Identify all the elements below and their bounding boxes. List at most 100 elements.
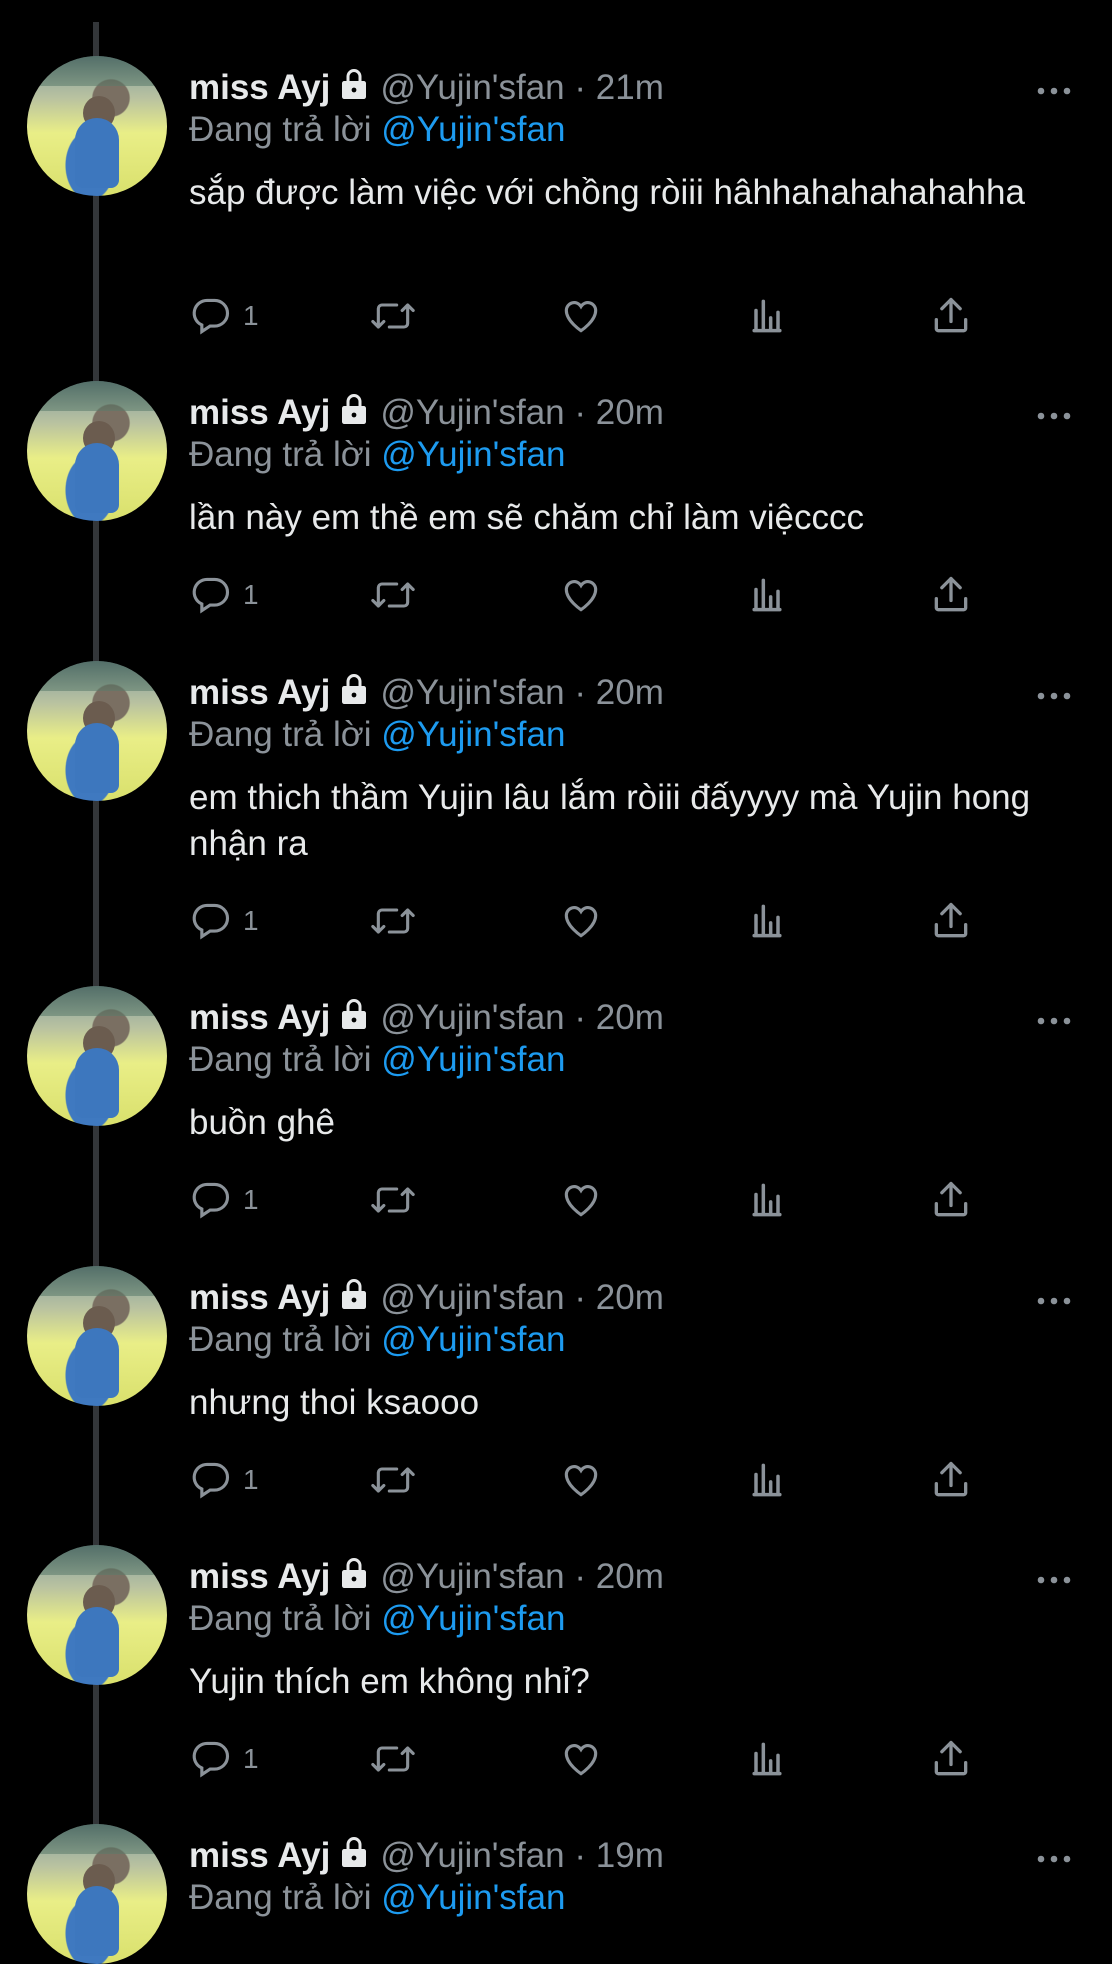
- share-button[interactable]: [929, 1737, 973, 1781]
- reply-mention-link[interactable]: @Yujin'sfan: [381, 1040, 565, 1079]
- heart-icon: [564, 906, 598, 938]
- share-upload-icon: [934, 576, 968, 612]
- timestamp[interactable]: 19m: [596, 1836, 664, 1875]
- share-upload-icon: [934, 297, 968, 333]
- timestamp[interactable]: 20m: [596, 393, 664, 432]
- analytics-icon: [752, 1183, 782, 1217]
- avatar[interactable]: [27, 1824, 167, 1964]
- more-options-button[interactable]: [1036, 1852, 1072, 1870]
- avatar[interactable]: [27, 1545, 167, 1685]
- share-button[interactable]: [929, 1458, 973, 1502]
- analytics-icon: [752, 299, 782, 333]
- display-name[interactable]: miss Ayj: [189, 998, 330, 1037]
- views-button[interactable]: [745, 1178, 789, 1222]
- tweet-actions: 1: [189, 294, 1009, 340]
- retweet-button[interactable]: [369, 573, 417, 617]
- separator-dot: ·: [574, 998, 587, 1037]
- display-name[interactable]: miss Ayj: [189, 673, 330, 712]
- reply-button[interactable]: 1: [189, 294, 259, 338]
- tweet-actions: 1: [189, 1737, 1009, 1783]
- more-options-button[interactable]: [1036, 84, 1072, 102]
- user-handle[interactable]: @Yujin'sfan: [380, 68, 564, 107]
- more-options-button[interactable]: [1036, 1014, 1072, 1032]
- more-horizontal-icon: [1037, 87, 1071, 95]
- reply-bubble-icon: [192, 577, 230, 614]
- views-button[interactable]: [745, 899, 789, 943]
- more-horizontal-icon: [1037, 692, 1071, 700]
- reply-count: 1: [243, 1184, 259, 1215]
- avatar[interactable]: [27, 1266, 167, 1406]
- timestamp[interactable]: 20m: [596, 1557, 664, 1596]
- user-handle[interactable]: @Yujin'sfan: [380, 1836, 564, 1875]
- user-handle[interactable]: @Yujin'sfan: [380, 1557, 564, 1596]
- replying-to: Đang trả lời @Yujin'sfan: [189, 435, 565, 475]
- retweet-button[interactable]: [369, 1178, 417, 1222]
- tweet-actions: 1: [189, 1178, 1009, 1224]
- like-button[interactable]: [559, 294, 603, 338]
- more-options-button[interactable]: [1036, 689, 1072, 707]
- more-options-button[interactable]: [1036, 1573, 1072, 1591]
- reply-button[interactable]: 1: [189, 1178, 259, 1222]
- display-name[interactable]: miss Ayj: [189, 1278, 330, 1317]
- tweet-text: lần này em thề em sẽ chăm chỉ làm việccc…: [189, 498, 864, 537]
- share-button[interactable]: [929, 1178, 973, 1222]
- views-button[interactable]: [745, 1458, 789, 1502]
- reply-button[interactable]: 1: [189, 899, 259, 943]
- tweet-text: nhưng thoi ksaooo: [189, 1383, 480, 1422]
- display-name[interactable]: miss Ayj: [189, 68, 330, 107]
- timestamp[interactable]: 21m: [596, 68, 664, 107]
- reply-button[interactable]: 1: [189, 1458, 259, 1502]
- separator-dot: ·: [574, 1836, 587, 1875]
- retweet-button[interactable]: [369, 1458, 417, 1502]
- reply-mention-link[interactable]: @Yujin'sfan: [381, 1320, 565, 1359]
- user-handle[interactable]: @Yujin'sfan: [380, 998, 564, 1037]
- user-handle[interactable]: @Yujin'sfan: [380, 673, 564, 712]
- like-button[interactable]: [559, 1178, 603, 1222]
- share-button[interactable]: [929, 294, 973, 338]
- more-horizontal-icon: [1037, 412, 1071, 420]
- display-name[interactable]: miss Ayj: [189, 393, 330, 432]
- replying-to: Đang trả lời @Yujin'sfan: [189, 1878, 565, 1918]
- more-horizontal-icon: [1037, 1017, 1071, 1025]
- reply-bubble-icon: [192, 1741, 230, 1778]
- like-button[interactable]: [559, 573, 603, 617]
- views-button[interactable]: [745, 573, 789, 617]
- like-button[interactable]: [559, 1458, 603, 1502]
- more-options-button[interactable]: [1036, 409, 1072, 427]
- reply-mention-link[interactable]: @Yujin'sfan: [381, 1599, 565, 1638]
- timestamp[interactable]: 20m: [596, 998, 664, 1037]
- analytics-icon: [752, 578, 782, 612]
- avatar[interactable]: [27, 986, 167, 1126]
- lock-icon: [336, 1834, 372, 1879]
- reply-mention-link[interactable]: @Yujin'sfan: [381, 110, 565, 149]
- reply-button[interactable]: 1: [189, 1737, 259, 1781]
- avatar[interactable]: [27, 661, 167, 801]
- like-button[interactable]: [559, 1737, 603, 1781]
- timestamp[interactable]: 20m: [596, 1278, 664, 1317]
- display-name[interactable]: miss Ayj: [189, 1557, 330, 1596]
- user-handle[interactable]: @Yujin'sfan: [380, 393, 564, 432]
- views-button[interactable]: [745, 1737, 789, 1781]
- retweet-button[interactable]: [369, 294, 417, 338]
- retweet-button[interactable]: [369, 899, 417, 943]
- reply-mention-link[interactable]: @Yujin'sfan: [381, 715, 565, 754]
- reply-count: 1: [243, 905, 259, 936]
- reply-mention-link[interactable]: @Yujin'sfan: [381, 435, 565, 474]
- reply-count: 1: [243, 1464, 259, 1495]
- user-handle[interactable]: @Yujin'sfan: [380, 1278, 564, 1317]
- tweet-actions: 1: [189, 899, 1009, 945]
- retweet-icon: [371, 1467, 415, 1493]
- timestamp[interactable]: 20m: [596, 673, 664, 712]
- display-name[interactable]: miss Ayj: [189, 1836, 330, 1875]
- views-button[interactable]: [745, 294, 789, 338]
- reply-button[interactable]: 1: [189, 573, 259, 617]
- share-button[interactable]: [929, 899, 973, 943]
- avatar[interactable]: [27, 56, 167, 196]
- separator-dot: ·: [574, 1557, 587, 1596]
- retweet-button[interactable]: [369, 1737, 417, 1781]
- share-button[interactable]: [929, 573, 973, 617]
- like-button[interactable]: [559, 899, 603, 943]
- reply-mention-link[interactable]: @Yujin'sfan: [381, 1878, 565, 1917]
- more-options-button[interactable]: [1036, 1294, 1072, 1312]
- avatar[interactable]: [27, 381, 167, 521]
